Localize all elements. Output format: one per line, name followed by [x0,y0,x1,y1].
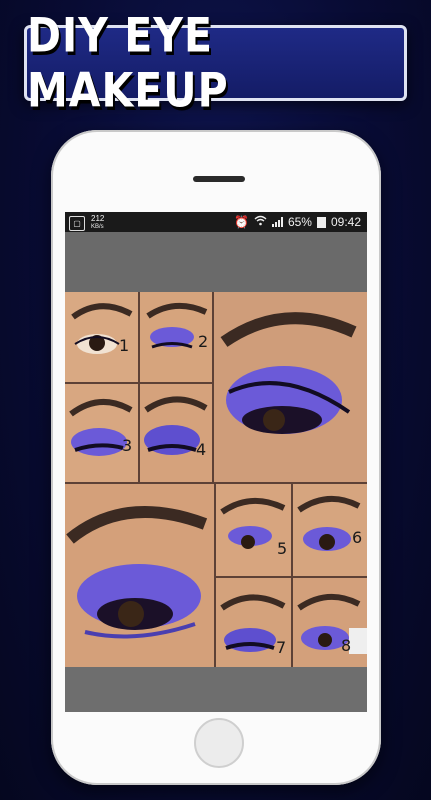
title-banner: DIY EYE MAKEUP [24,8,407,118]
step-image-6: 6 [293,484,367,576]
battery-percent: 65% [287,215,312,229]
signal-icon [271,217,283,227]
result-image-bottom [65,484,214,667]
step-image-5: 5 [216,484,291,576]
phone-speaker [193,176,245,182]
alarm-icon: ⏰ [233,215,249,229]
wifi-icon [254,215,267,229]
screen-bottom-area [65,667,367,712]
step-image-8: 8 [293,578,367,667]
app-bar [65,232,367,292]
home-button[interactable] [194,718,244,768]
step-image-2: 2 [140,292,212,382]
banner-title: DIY EYE MAKEUP [27,7,229,119]
phone-frame: ▢ 212 KB/s ⏰ 65% 09:42 1 2 3 4 5 6 7 8 [51,130,381,785]
status-bar: ▢ 212 KB/s ⏰ 65% 09:42 [65,212,367,232]
makeup-tutorial-image[interactable]: 1 2 3 4 5 6 7 8 [65,292,367,667]
data-speed: 212 KB/s [91,214,105,231]
step-image-4: 4 [140,384,212,482]
step-image-1: 1 [65,292,138,382]
app-notification-icon: ▢ [69,215,85,231]
step-image-7: 7 [216,578,291,667]
clock: 09:42 [330,215,361,229]
result-image-top [214,292,367,482]
battery-icon [316,216,326,228]
phone-screen: ▢ 212 KB/s ⏰ 65% 09:42 1 2 3 4 5 6 7 8 [65,212,367,712]
step-image-3: 3 [65,384,138,482]
